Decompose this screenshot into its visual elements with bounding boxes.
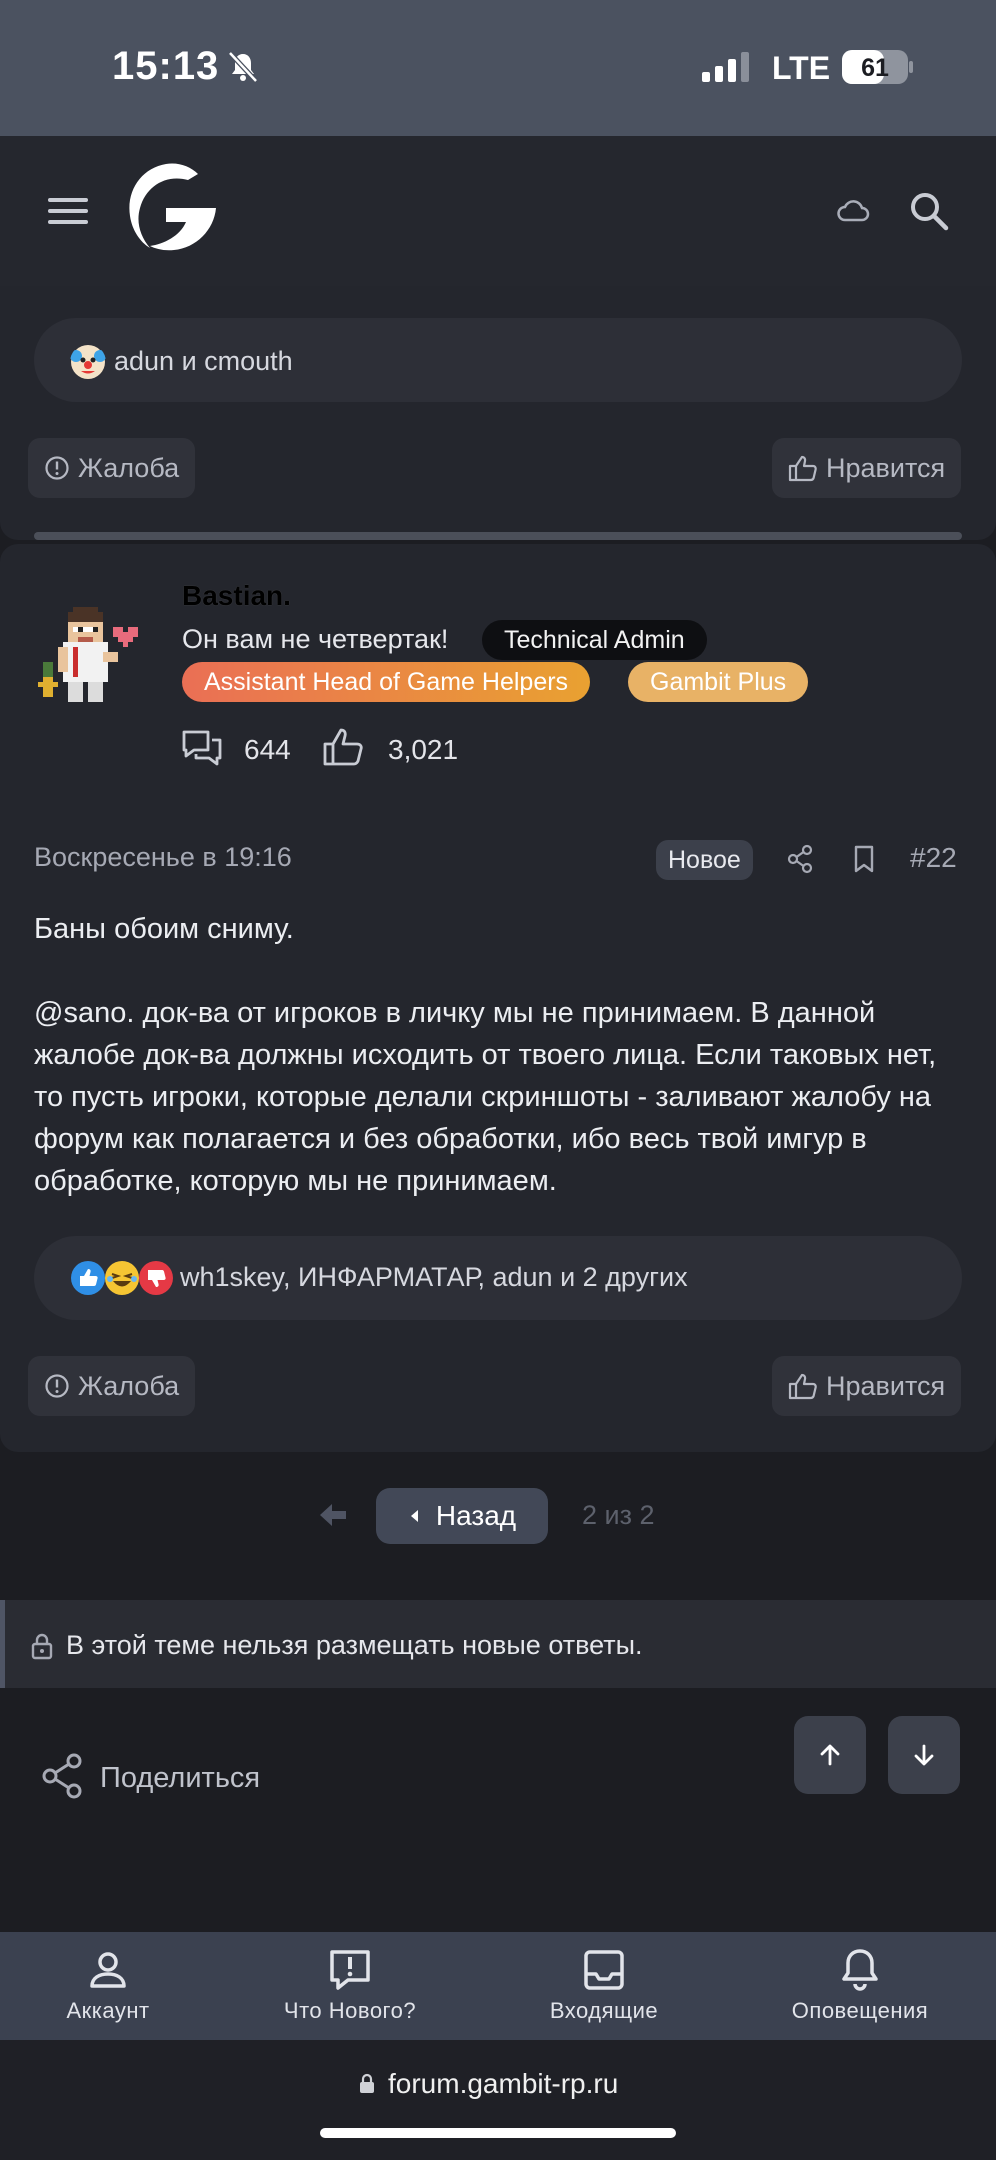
svg-text:61: 61 bbox=[861, 54, 889, 82]
home-indicator[interactable] bbox=[320, 2128, 676, 2138]
messages-count: 644 bbox=[244, 734, 291, 765]
arrow-up-icon bbox=[820, 1744, 840, 1766]
cloud-icon[interactable] bbox=[836, 196, 870, 224]
post-paragraph: Баны обоим сниму. bbox=[34, 913, 294, 945]
status-time: 15:13 bbox=[112, 44, 220, 88]
signal-icon bbox=[702, 52, 749, 82]
dislike-reaction-icon bbox=[139, 1261, 173, 1295]
clown-reaction-icon bbox=[70, 345, 106, 379]
like-label: Нравится bbox=[826, 1370, 946, 1401]
badge-technical-admin: Technical Admin bbox=[482, 620, 707, 660]
new-badge: Новое bbox=[656, 840, 753, 880]
nav-label: Оповещения bbox=[791, 1998, 929, 2023]
badge-gambit-plus: Gambit Plus bbox=[628, 662, 809, 702]
url-text[interactable]: forum.gambit-rp.ru bbox=[388, 2068, 618, 2100]
page-indicator: 2 из 2 bbox=[582, 1500, 655, 1530]
browser-url-bar bbox=[0, 2040, 996, 2160]
alert-circle-icon bbox=[45, 1374, 69, 1398]
url-lock-icon bbox=[360, 2073, 374, 2093]
nav-label: Что Нового? bbox=[283, 1998, 417, 2023]
first-page-arrow-icon[interactable] bbox=[318, 1500, 348, 1530]
back-label: Назад bbox=[435, 1500, 517, 1531]
caret-left-icon bbox=[410, 1510, 418, 1522]
scroll-down-button[interactable] bbox=[888, 1716, 960, 1794]
whats-new-icon bbox=[330, 1950, 370, 1990]
post-divider bbox=[34, 532, 962, 540]
laugh-reaction-icon bbox=[105, 1261, 139, 1295]
nav-alerts[interactable]: Оповещения bbox=[740, 1946, 980, 2024]
likes-count: 3,021 bbox=[388, 734, 459, 765]
like-reaction-icon bbox=[71, 1261, 105, 1295]
arrow-down-icon bbox=[914, 1744, 934, 1766]
bookmark-icon[interactable] bbox=[852, 844, 876, 874]
user-avatar[interactable] bbox=[38, 596, 148, 708]
network-type: LTE bbox=[772, 50, 831, 86]
share-label[interactable]: Поделиться bbox=[100, 1762, 260, 1795]
report-label: Жалоба bbox=[78, 1370, 180, 1401]
report-label: Жалоба bbox=[78, 452, 180, 483]
locked-text: В этой теме нельзя размещать новые ответ… bbox=[66, 1630, 643, 1660]
reactions-users[interactable]: adun и cmouth bbox=[114, 346, 293, 377]
share-icon[interactable] bbox=[786, 844, 814, 874]
lock-icon bbox=[31, 1633, 53, 1660]
nav-whats-new[interactable]: Что Нового? bbox=[230, 1946, 470, 2024]
thumbs-up-icon bbox=[788, 455, 817, 482]
nav-account[interactable]: Аккаунт bbox=[0, 1946, 228, 2024]
gambit-logo[interactable] bbox=[120, 160, 220, 252]
thumbs-up-icon bbox=[788, 1373, 817, 1400]
bell-icon bbox=[842, 1949, 878, 1991]
scroll-up-button[interactable] bbox=[794, 1716, 866, 1794]
post-body: Баны обоим сниму. @sano. док-ва от игрок… bbox=[34, 908, 964, 1202]
badge-assistant-head: Assistant Head of Game Helpers bbox=[182, 662, 591, 702]
nav-label: Аккаунт bbox=[66, 1998, 150, 2023]
report-button[interactable]: Жалоба bbox=[28, 1356, 196, 1416]
alert-circle-icon bbox=[45, 456, 69, 480]
inbox-icon bbox=[584, 1950, 624, 1990]
battery-icon: 61 bbox=[842, 50, 913, 84]
account-icon bbox=[90, 1952, 126, 1988]
share-icon[interactable] bbox=[40, 1752, 84, 1800]
nav-inbox[interactable]: Входящие bbox=[484, 1946, 724, 2024]
silent-bell-icon bbox=[228, 51, 258, 83]
post-number[interactable]: #22 bbox=[910, 842, 957, 874]
prev-page-button[interactable]: Назад bbox=[376, 1488, 548, 1544]
report-button[interactable]: Жалоба bbox=[28, 438, 196, 498]
post-date[interactable]: Воскресенье в 19:16 bbox=[34, 842, 292, 873]
nav-label: Входящие bbox=[549, 1998, 659, 2023]
like-button[interactable]: Нравится bbox=[772, 1356, 962, 1416]
like-button[interactable]: Нравится bbox=[772, 438, 962, 498]
messages-icon bbox=[182, 730, 222, 766]
search-icon[interactable] bbox=[908, 190, 950, 232]
menu-icon[interactable] bbox=[48, 196, 88, 226]
author-name[interactable]: Bastian. bbox=[182, 580, 291, 612]
post-paragraph: @sano. док-ва от игроков в личку мы не п… bbox=[34, 997, 937, 1197]
reactions-users[interactable]: wh1skey, ИНФАРМАТАР, adun и 2 других bbox=[180, 1262, 688, 1293]
like-label: Нравится bbox=[826, 452, 946, 483]
user-title: Он вам не четвертак! bbox=[182, 624, 449, 654]
likes-icon bbox=[323, 728, 363, 766]
